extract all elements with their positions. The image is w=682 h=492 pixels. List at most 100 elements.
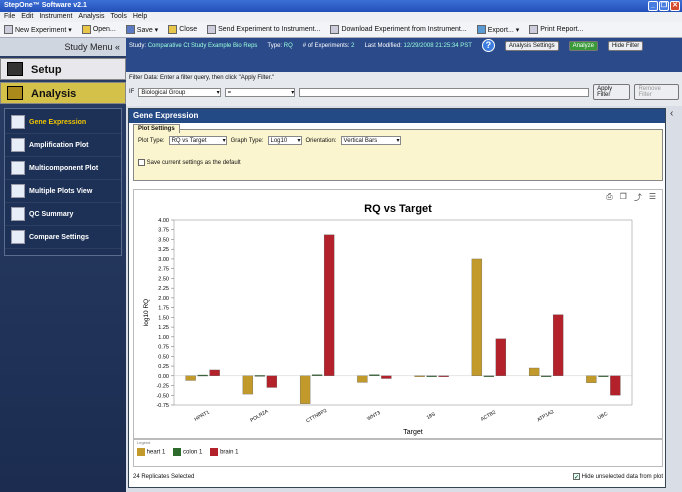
print-report-button[interactable]: Print Report... (529, 25, 583, 34)
bar (197, 374, 208, 377)
list-icon[interactable]: ☰ (649, 192, 656, 203)
bar (311, 374, 323, 376)
last-modified-label: Last Modified: (364, 42, 402, 49)
chevron-down-icon: ▾ (216, 89, 220, 96)
new-experiment-button[interactable]: New Experiment ▾ (4, 25, 72, 34)
plot-type-select[interactable]: RQ vs Target ▾ (168, 136, 227, 145)
copy-chart-icon[interactable]: ❐ (620, 192, 627, 203)
minimize-icon[interactable]: _ (648, 1, 658, 11)
amplification-plot-icon (11, 138, 25, 152)
x-tick-label: POLR2A (249, 408, 270, 423)
analysis-nav: Gene Expression Amplification Plot Multi… (4, 108, 122, 256)
menu-help[interactable]: Help (133, 12, 147, 22)
help-icon[interactable]: ? (481, 39, 495, 52)
panel-title: Gene Expression (129, 109, 665, 123)
export-button[interactable]: Export... ▾ (476, 25, 519, 34)
orientation-value: Vertical Bars (343, 138, 378, 144)
main-toolbar: New Experiment ▾ Open... Save ▾ Close Se… (0, 22, 682, 38)
y-tick-label: 4.00 (158, 218, 169, 224)
save-icon (125, 25, 135, 34)
send-experiment-button[interactable]: Send Experiment to Instrument... (207, 25, 320, 34)
close-folder-icon (168, 25, 178, 34)
chevron-down-icon: ▾ (222, 138, 226, 144)
bar (540, 375, 552, 377)
sidebar-item-qc-summary[interactable]: QC Summary (5, 203, 121, 226)
study-menu-header[interactable]: Study Menu « (0, 38, 126, 56)
legend-items: heart 1 colon 1 brain 1 (134, 445, 662, 459)
num-experiments-value: 2 (351, 42, 355, 49)
tab-plot-settings[interactable]: Plot Settings (133, 124, 180, 133)
y-tick-label: 0.50 (158, 354, 169, 360)
print-chart-icon[interactable]: ⎙ (606, 192, 612, 203)
plot-type-label: Plot Type: (138, 137, 165, 144)
filter-field-select[interactable]: Biological Group ▾ (138, 87, 221, 97)
legend-item-colon: colon 1 (173, 448, 202, 456)
save-label: Save ▾ (136, 26, 159, 34)
remove-filter-button[interactable]: Remove Filter (634, 84, 679, 100)
legend-item-heart: heart 1 (137, 448, 165, 456)
last-modified-value: 12/29/2008 21:25:34 PST (403, 42, 472, 49)
orientation-label: Orientation: (305, 137, 337, 144)
plot-frame (173, 219, 633, 406)
sidebar-item-multiple-plots-view[interactable]: Multiple Plots View (5, 180, 121, 203)
sidebar-item-label: Compare Settings (29, 233, 89, 241)
hide-filter-button[interactable]: Hide Filter (607, 40, 644, 51)
menu-instrument[interactable]: Instrument (39, 12, 72, 22)
orientation-select[interactable]: Vertical Bars ▾ (340, 136, 401, 145)
export-chart-icon[interactable]: ⤴ (634, 192, 642, 203)
chevron-down-icon: ▾ (396, 138, 400, 144)
save-button[interactable]: Save ▾ (125, 25, 159, 34)
filter-instruction: Filter Data: Enter a filter query, then … (129, 75, 275, 81)
menu-tools[interactable]: Tools (111, 12, 127, 22)
bar (242, 375, 254, 395)
analysis-label: Analysis (31, 88, 77, 100)
num-experiments-label: # of Experiments: (302, 42, 350, 49)
apply-filter-button[interactable]: Apply Filter (593, 84, 631, 100)
close-button[interactable]: Close (168, 25, 197, 34)
study-menu-sidebar: Study Menu « Setup Analysis Gene Express… (0, 38, 126, 492)
setup-label: Setup (31, 64, 62, 76)
bar (483, 375, 495, 377)
bar (552, 314, 564, 376)
sidebar-item-multicomponent-plot[interactable]: Multicomponent Plot (5, 157, 121, 180)
filter-field-value: Biological Group (141, 89, 186, 96)
analyze-button[interactable]: Analyze (568, 40, 598, 51)
download-experiment-button[interactable]: Download Experiment from Instrument... (330, 25, 467, 34)
menu-analysis[interactable]: Analysis (78, 12, 104, 22)
save-default-checkbox[interactable] (138, 159, 145, 166)
new-experiment-icon (4, 25, 13, 34)
sidebar-item-gene-expression[interactable]: Gene Expression (5, 111, 121, 134)
menu-file[interactable]: File (4, 12, 15, 22)
open-button[interactable]: Open... (81, 25, 116, 34)
y-tick-label: -0.25 (156, 384, 169, 390)
filter-operator-select[interactable]: = ▾ (224, 87, 296, 97)
y-tick-label: 3.00 (158, 257, 169, 263)
graph-type-select[interactable]: Log10 ▾ (267, 136, 302, 145)
sidebar-item-amplification-plot[interactable]: Amplification Plot (5, 134, 121, 157)
collapse-chevron-icon[interactable]: ‹ (670, 108, 673, 119)
bar (299, 375, 311, 404)
sidebar-item-label: Amplification Plot (29, 141, 89, 149)
filter-value-input[interactable] (299, 87, 590, 97)
bar (426, 375, 437, 377)
menu-edit[interactable]: Edit (21, 12, 33, 22)
sidebar-item-compare-settings[interactable]: Compare Settings (5, 226, 121, 249)
x-axis-label: Target (403, 429, 423, 436)
chevron-down-icon: ▾ (291, 89, 295, 96)
restore-icon[interactable]: ❐ (659, 1, 669, 11)
setup-section[interactable]: Setup (0, 58, 126, 80)
study-info-bar: Study: Comparative Ct Study Example Bio … (126, 38, 682, 72)
sidebar-item-label: QC Summary (29, 210, 74, 218)
chart-tools: ⎙ ❐ ⤴ ☰ (606, 192, 656, 203)
y-tick-label: 3.25 (158, 247, 169, 253)
analysis-section[interactable]: Analysis (0, 82, 126, 104)
analysis-settings-button[interactable]: Analysis Settings (504, 40, 559, 51)
print-label: Print Report... (540, 26, 584, 33)
hide-unselected-checkbox[interactable]: ✓ (572, 473, 580, 481)
type-label: Type: (267, 42, 283, 49)
close-window-icon[interactable]: ✕ (670, 1, 680, 11)
bar (323, 234, 335, 376)
filter-operator-value: = (227, 89, 232, 96)
y-tick-label: 0.25 (158, 364, 169, 370)
heart-swatch (137, 448, 145, 456)
